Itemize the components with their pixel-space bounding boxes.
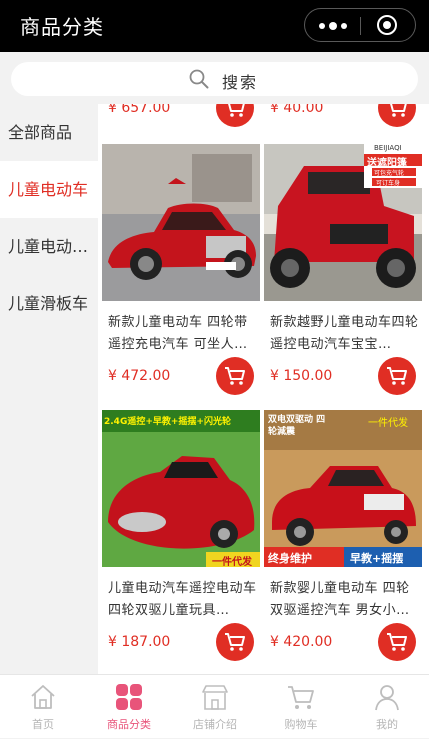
product-image-bentley-red-car[interactable] [102,144,260,301]
capsule-divider [360,17,361,35]
close-program-icon[interactable] [377,15,397,35]
nav-bar: 商品分类 [0,0,429,52]
tab-home[interactable]: 首页 [0,675,86,739]
promo-strip: 早教+摇摆 [350,552,404,565]
search-label: 搜索 [222,73,259,92]
promo-strip: 终身维护 [268,552,312,565]
add-to-cart-button[interactable] [216,623,254,661]
tab-category[interactable]: 商品分类 [86,675,172,739]
product-price: ¥ 187.00 [108,634,171,650]
product-name[interactable]: 儿童电动汽车遥控电动车 四轮双驱儿童玩具… [108,578,258,622]
more-icon[interactable] [319,22,347,30]
promo-badge: 送遮阳篷 [367,158,407,169]
tab-label: 我的 [376,718,398,731]
product-image-red-jeep[interactable]: BEIJIAQI 送遮阳篷 可包充气轮 可订车身 [264,144,422,301]
user-icon [375,685,399,711]
promo-badge: 可包充气轮 [374,170,405,177]
promo-badge: 可订车身 [376,180,401,187]
brand-badge: BEIJIAQI [374,144,402,152]
search-icon [189,69,209,89]
add-to-cart-button[interactable] [378,357,416,395]
product-name[interactable]: 新款儿童电动车 四轮带遥控充电汽车 可坐人… [108,312,258,356]
mini-program-capsule[interactable] [304,8,416,42]
home-icon [31,685,55,709]
cart-icon [387,367,407,385]
product-image-red-sports-car[interactable]: 2.4G遥控+早教+摇摆+闪光轮 一件代发 [102,410,260,567]
shop-icon [202,685,228,710]
cart-icon [228,104,245,117]
sidebar-item-kids-electric-car[interactable]: 儿童电动车 [0,161,98,218]
category-icon [116,684,142,710]
tab-mine[interactable]: 我的 [344,675,429,739]
add-to-cart-button[interactable] [216,104,254,127]
tab-label: 店铺介绍 [193,718,237,731]
tab-label: 商品分类 [107,718,151,731]
cart-icon [225,367,245,385]
product-name[interactable]: 新款婴儿童电动车 四轮双驱遥控汽车 男女小… [270,578,420,622]
cart-icon [390,104,407,117]
feature-banner: 2.4G遥控+早教+摇摆+闪光轮 [104,417,231,427]
product-name[interactable]: 新款越野儿童电动车四轮遥控电动汽车宝宝… [270,312,420,356]
category-sidebar: 全部商品 儿童电动车 儿童电动… 儿童滑板车 [0,104,98,674]
product-price: ¥ 150.00 [270,368,333,384]
dropship-tag: 一件代发 [212,557,252,567]
tab-cart[interactable]: 购物车 [258,675,344,739]
sidebar-item-all[interactable]: 全部商品 [0,104,98,161]
add-to-cart-button[interactable] [216,357,254,395]
add-to-cart-button[interactable] [378,623,416,661]
dropship-tag: 一件代发 [368,418,408,429]
add-to-cart-button[interactable] [378,104,416,127]
sidebar-item-kids-scooter[interactable]: 儿童滑板车 [0,275,98,332]
product-price: ¥ 472.00 [108,368,171,384]
feature-banner: 双电双驱动 四轮減震 [268,415,326,437]
tab-shop-intro[interactable]: 店铺介绍 [172,675,258,739]
page-title: 商品分类 [20,15,104,39]
product-price: ¥ 657.00 [108,104,171,116]
cart-icon [288,686,314,709]
product-list: ¥ 657.00 ¥ 40.00 新款儿童电动车 四轮带遥控充电汽车 可坐人… … [98,104,429,674]
tab-label: 首页 [32,718,54,731]
sidebar-item-kids-electric-2[interactable]: 儿童电动… [0,218,98,275]
product-image-red-bmw-car[interactable]: 双电双驱动 四轮減震 一件代发 终身维护 早教+摇摆 [264,410,422,567]
bottom-tab-bar: 首页 商品分类 店铺介绍 购物车 我的 [0,674,429,738]
search-input[interactable]: 搜索 [11,62,418,96]
cart-icon [387,633,407,651]
cart-icon [225,633,245,651]
tab-label: 购物车 [284,718,318,731]
search-bar: 搜索 [0,52,429,104]
product-price: ¥ 40.00 [270,104,324,116]
product-price: ¥ 420.00 [270,634,333,650]
